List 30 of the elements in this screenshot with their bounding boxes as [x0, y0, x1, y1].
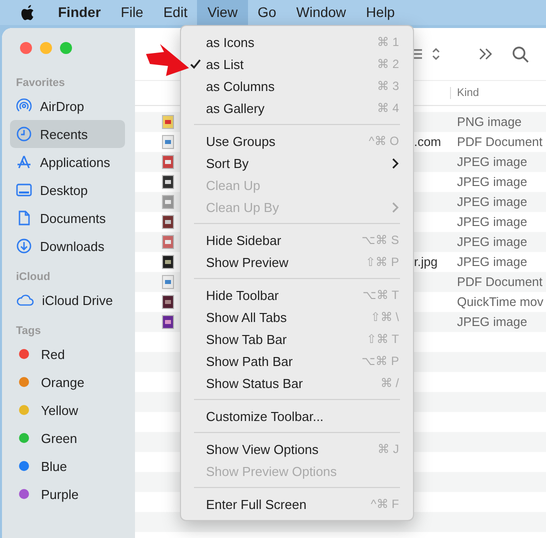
file-kind: PDF Document [457, 135, 544, 149]
shortcut-label: ⌘ 1 [376, 35, 399, 49]
file-kind: JPEG image [457, 315, 528, 329]
section-header: Favorites [15, 76, 66, 91]
file-kind: JPEG image [457, 255, 528, 269]
file-kind: PNG image [457, 115, 523, 129]
file-kind: JPEG image [457, 155, 528, 169]
shortcut-label: ⇧⌘ P [366, 255, 399, 269]
file-kind: PDF Document [457, 275, 544, 289]
shortcut-label: ^⌘ F [370, 497, 399, 511]
file-name: .com [414, 135, 442, 149]
file-name: r.jpg [414, 255, 438, 269]
section-header: iCloud [15, 270, 52, 285]
shortcut-label: ⌘ 2 [376, 57, 399, 71]
shortcut-label: ^⌘ O [368, 134, 399, 148]
shortcut-label: ⌥⌘ S [362, 233, 399, 247]
shortcut-label: ⇧⌘ \ [370, 310, 399, 324]
file-kind: QuickTime mov [457, 295, 544, 309]
shortcut-label: ⌘ 3 [376, 79, 399, 93]
shortcut-label: ⌘ / [380, 376, 399, 390]
shortcut-label: ⌘ J [378, 442, 399, 456]
shortcut-label: ⌥⌘ T [362, 288, 399, 302]
file-kind: JPEG image [457, 235, 528, 249]
file-kind: JPEG image [457, 195, 528, 209]
shortcut-label: ⌥⌘ P [362, 354, 399, 368]
file-kind: JPEG image [457, 215, 528, 229]
file-kind: JPEG image [457, 175, 528, 189]
shortcut-label: ⌘ 4 [376, 101, 399, 115]
shortcut-label: ⇧⌘ T [366, 332, 399, 346]
section-header: Tags [15, 324, 42, 339]
